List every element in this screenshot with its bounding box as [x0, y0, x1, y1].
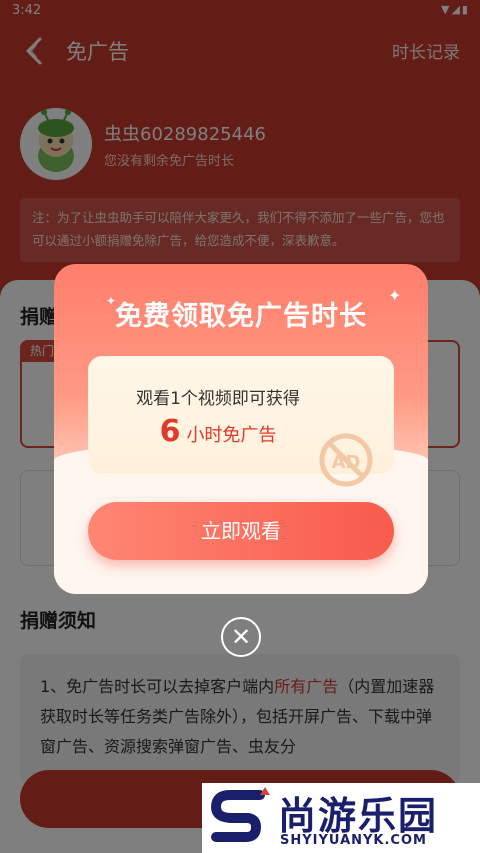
close-icon[interactable]: ✕: [221, 617, 261, 657]
reward-condition: 观看1个视频即可获得: [136, 389, 300, 409]
reward-hours-text: 小时免广告: [186, 425, 277, 446]
no-ad-icon: AD: [319, 433, 373, 487]
reward-amount: 6 小时免广告: [88, 414, 348, 449]
watermark: 尚游乐园 SHYIYUANYK.COM: [202, 783, 480, 853]
ad-free-modal: ✦ ✦ 免费领取免广告时长 观看1个视频即可获得 6 小时免广告 AD 立即观看: [54, 264, 428, 594]
modal-title: 免费领取免广告时长: [115, 301, 367, 332]
reward-card: 观看1个视频即可获得 6 小时免广告 AD: [88, 356, 394, 487]
watermark-text: 尚游乐园: [278, 794, 439, 838]
reward-hours-number: 6: [159, 414, 181, 449]
watermark-s-logo: [210, 787, 270, 842]
watermark-url: SHYIYUANYK.COM: [280, 833, 427, 848]
svg-text:AD: AD: [332, 452, 361, 473]
watch-video-button[interactable]: 立即观看: [88, 502, 394, 560]
